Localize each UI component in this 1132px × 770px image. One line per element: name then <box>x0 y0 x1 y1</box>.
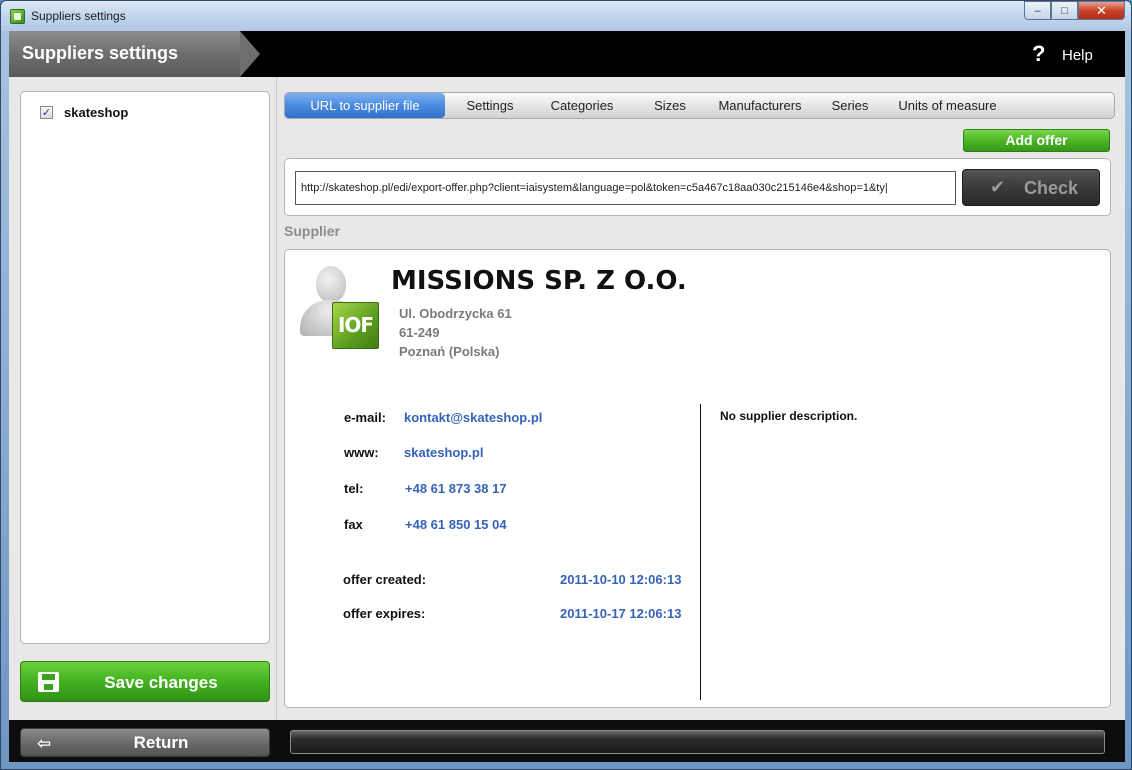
iof-logo: IOF <box>332 302 379 349</box>
application-window: Suppliers settings – □ ✕ Suppliers setti… <box>0 0 1132 770</box>
fax-label: fax <box>344 517 363 532</box>
add-offer-button[interactable]: Add offer <box>963 129 1110 152</box>
tel-value: +48 61 873 38 17 <box>405 481 507 496</box>
supplier-address-city: Poznań (Polska) <box>399 344 500 359</box>
offer-created-value: 2011-10-10 12:06:13 <box>560 572 682 587</box>
offer-expires-value: 2011-10-17 12:06:13 <box>560 606 682 621</box>
save-changes-label: Save changes <box>104 673 218 692</box>
offer-expires-label: offer expires: <box>343 606 426 621</box>
save-changes-button[interactable]: Save changes <box>20 661 270 702</box>
supplier-checkbox[interactable]: ✓ <box>40 106 53 119</box>
window-controls: – □ ✕ <box>1024 1 1125 20</box>
card-divider <box>700 404 701 700</box>
tab-categories[interactable]: Categories <box>537 93 627 118</box>
progress-bar <box>290 730 1105 754</box>
window-title: Suppliers settings <box>31 9 126 23</box>
email-link[interactable]: kontakt@skateshop.pl <box>404 410 542 425</box>
supplier-name: MISSIONS SP. Z O.O. <box>391 266 687 296</box>
tab-settings[interactable]: Settings <box>450 93 530 118</box>
app-header: Suppliers settings ? Help <box>9 31 1125 77</box>
fax-value: +48 61 850 15 04 <box>405 517 507 532</box>
supplier-list-item-label: skateshop <box>64 105 129 120</box>
help-icon[interactable]: ? <box>1032 43 1045 65</box>
offer-created-label: offer created: <box>343 572 427 587</box>
page-title: Suppliers settings <box>22 43 179 63</box>
tab-units-of-measure[interactable]: Units of measure <box>890 93 1005 118</box>
panel-divider <box>276 77 277 720</box>
www-label: www: <box>344 445 379 460</box>
maximize-button[interactable]: □ <box>1051 1 1078 20</box>
supplier-description: No supplier description. <box>720 409 858 423</box>
tab-series[interactable]: Series <box>820 93 880 118</box>
header-arrow-decoration <box>240 31 260 77</box>
avatar-head <box>316 266 346 302</box>
footer-bar: ⇦ Return <box>9 720 1125 762</box>
client-area: Suppliers settings ? Help ✓ skateshop Sa… <box>9 31 1125 762</box>
www-link[interactable]: skateshop.pl <box>404 445 483 460</box>
supplier-section-title: Supplier <box>284 223 341 239</box>
help-link[interactable]: Help <box>1062 47 1093 64</box>
supplier-url-input[interactable] <box>295 171 956 205</box>
email-label: e-mail: <box>344 410 386 425</box>
url-panel: ✔ Check <box>284 158 1111 216</box>
tab-url-to-supplier-file[interactable]: URL to supplier file <box>285 93 445 118</box>
title-bar[interactable]: Suppliers settings – □ ✕ <box>1 1 1131 31</box>
tel-label: tel: <box>344 481 364 496</box>
supplier-card: IOF MISSIONS SP. Z O.O. Ul. Obodrzycka 6… <box>284 249 1111 708</box>
close-button[interactable]: ✕ <box>1078 1 1125 20</box>
settings-tabs: URL to supplier file Settings Categories… <box>284 92 1115 119</box>
check-button[interactable]: ✔ Check <box>962 169 1100 206</box>
supplier-list-panel: ✓ skateshop <box>20 91 270 644</box>
return-label: Return <box>133 733 189 752</box>
supplier-address-street: Ul. Obodrzycka 61 <box>399 306 512 321</box>
tab-manufacturers[interactable]: Manufacturers <box>710 93 810 118</box>
return-button[interactable]: ⇦ Return <box>20 728 270 757</box>
supplier-avatar-icon: IOF <box>298 264 382 352</box>
checkmark-icon: ✔ <box>990 177 1006 197</box>
minimize-button[interactable]: – <box>1024 1 1051 20</box>
supplier-list-item[interactable]: ✓ skateshop <box>40 105 128 120</box>
supplier-address-postcode: 61-249 <box>399 325 440 340</box>
tab-sizes[interactable]: Sizes <box>640 93 700 118</box>
header-title-box: Suppliers settings <box>9 31 240 77</box>
app-icon <box>10 9 25 24</box>
check-button-label: Check <box>1024 178 1079 198</box>
